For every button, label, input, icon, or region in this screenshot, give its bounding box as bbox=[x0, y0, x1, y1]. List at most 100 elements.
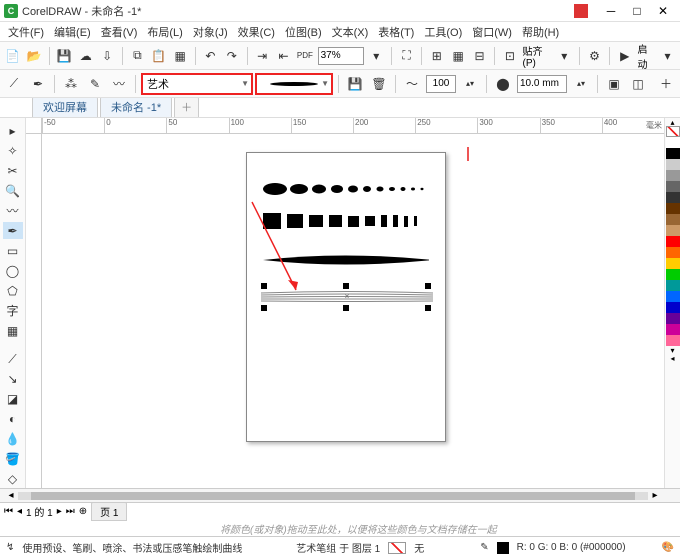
color-swatch[interactable] bbox=[666, 247, 680, 258]
paste-button[interactable]: 📋 bbox=[150, 46, 167, 66]
guides-button[interactable]: ⊟ bbox=[471, 46, 488, 66]
outline-icon[interactable]: ✎ bbox=[480, 542, 488, 553]
color-swatch[interactable] bbox=[666, 269, 680, 280]
brush-tool-icon[interactable]: ✒ bbox=[28, 74, 48, 94]
color-swatch[interactable] bbox=[666, 225, 680, 236]
cloud-up-icon[interactable]: ☁ bbox=[77, 46, 94, 66]
zoom-tool[interactable]: 🔍 bbox=[3, 182, 23, 199]
launch-dropdown-icon[interactable]: ▾ bbox=[659, 46, 676, 66]
color-swatch[interactable] bbox=[666, 236, 680, 247]
preset-tool-icon[interactable]: ⟋ bbox=[4, 74, 24, 94]
pressure-tool-icon[interactable]: 〰 bbox=[109, 74, 129, 94]
freehand-tool[interactable]: 〰 bbox=[3, 202, 23, 219]
minimize-button[interactable]: ─ bbox=[598, 1, 624, 21]
calligraphy-tool-icon[interactable]: ✎ bbox=[85, 74, 105, 94]
color-swatch[interactable] bbox=[666, 302, 680, 313]
copy-button[interactable]: ⧉ bbox=[129, 46, 146, 66]
preset-combo[interactable]: 艺术 ▼ bbox=[142, 74, 252, 94]
scale-button[interactable]: ◫ bbox=[628, 74, 648, 94]
transparency-tool[interactable]: ◐ bbox=[3, 411, 23, 428]
menu-edit[interactable]: 编辑(E) bbox=[50, 22, 95, 42]
color-swatch[interactable] bbox=[666, 148, 680, 159]
color-swatch[interactable] bbox=[666, 280, 680, 291]
cloud-down-icon[interactable]: ⇩ bbox=[98, 46, 115, 66]
sprayer-tool-icon[interactable]: ⁂ bbox=[61, 74, 81, 94]
menu-file[interactable]: 文件(F) bbox=[4, 22, 48, 42]
menu-help[interactable]: 帮助(H) bbox=[518, 22, 563, 42]
menu-window[interactable]: 窗口(W) bbox=[468, 22, 516, 42]
color-swatch[interactable] bbox=[666, 203, 680, 214]
menu-bitmap[interactable]: 位图(B) bbox=[281, 22, 326, 42]
status-palette-icon[interactable]: 🎨 bbox=[662, 542, 674, 553]
fill-tool[interactable]: 🪣 bbox=[3, 451, 23, 468]
stroke-preview-combo[interactable]: ▼ bbox=[256, 74, 332, 94]
menu-tools[interactable]: 工具(O) bbox=[420, 22, 466, 42]
open-button[interactable]: 📂 bbox=[25, 46, 42, 66]
color-swatch[interactable] bbox=[666, 324, 680, 335]
canvas[interactable]: -50050100150200250300350400 毫米 × bbox=[26, 118, 664, 488]
palette-expand-icon[interactable]: ◂ bbox=[665, 354, 680, 362]
stepper-icon[interactable]: ▴▾ bbox=[460, 74, 480, 94]
add-button[interactable]: ＋ bbox=[656, 74, 676, 94]
palette-down-icon[interactable]: ▾ bbox=[665, 346, 680, 354]
eyedropper-tool[interactable]: 💧 bbox=[3, 431, 23, 448]
page-first-icon[interactable]: ⏮ bbox=[4, 506, 13, 517]
outline-swatch[interactable] bbox=[497, 542, 509, 554]
crop-tool[interactable]: ✂ bbox=[3, 162, 23, 179]
snap-icon[interactable]: ⊡ bbox=[501, 46, 518, 66]
page-add-icon[interactable]: ⊕ bbox=[79, 506, 87, 517]
fullscreen-button[interactable]: ⛶ bbox=[398, 46, 415, 66]
bbox-button[interactable]: ▣ bbox=[604, 74, 624, 94]
color-swatch[interactable] bbox=[666, 313, 680, 324]
ellipse-tool[interactable]: ◯ bbox=[3, 262, 23, 279]
save-preset-button[interactable]: 💾 bbox=[345, 74, 365, 94]
ruler-origin[interactable] bbox=[26, 118, 42, 134]
color-swatch[interactable] bbox=[666, 170, 680, 181]
rectangle-tool[interactable]: ▭ bbox=[3, 242, 23, 259]
palette-up-icon[interactable]: ▴ bbox=[665, 118, 680, 126]
tab-add[interactable]: ＋ bbox=[174, 96, 199, 117]
import-button[interactable]: ⇥ bbox=[253, 46, 270, 66]
snap-label[interactable]: 贴齐(P) bbox=[523, 43, 552, 69]
menu-effect[interactable]: 效果(C) bbox=[234, 22, 279, 42]
swatch-none[interactable] bbox=[666, 126, 680, 137]
pdf-button[interactable]: PDF bbox=[296, 46, 313, 66]
scroll-right-icon[interactable]: ▸ bbox=[648, 490, 662, 501]
shape-tool[interactable]: ✧ bbox=[3, 142, 23, 159]
undo-button[interactable]: ↶ bbox=[202, 46, 219, 66]
tab-document[interactable]: 未命名 -1* bbox=[100, 96, 172, 117]
table-tool[interactable]: ▦ bbox=[3, 322, 23, 339]
color-swatch[interactable] bbox=[666, 258, 680, 269]
menu-object[interactable]: 对象(J) bbox=[189, 22, 232, 42]
page-last-icon[interactable]: ⏭ bbox=[66, 506, 75, 517]
color-swatch[interactable] bbox=[666, 214, 680, 225]
menu-view[interactable]: 查看(V) bbox=[97, 22, 142, 42]
page-tab[interactable]: 页 1 bbox=[91, 502, 127, 521]
stepper-icon[interactable]: ▴▾ bbox=[571, 74, 591, 94]
maximize-button[interactable]: □ bbox=[624, 1, 650, 21]
ruler-horizontal[interactable]: -50050100150200250300350400 bbox=[42, 118, 664, 134]
polygon-tool[interactable]: ⬠ bbox=[3, 282, 23, 299]
tab-welcome[interactable]: 欢迎屏幕 bbox=[32, 96, 98, 117]
color-swatch[interactable] bbox=[666, 291, 680, 302]
page-next-icon[interactable]: ▸ bbox=[57, 506, 62, 517]
text-tool[interactable]: 字 bbox=[3, 302, 23, 319]
alert-icon[interactable] bbox=[574, 4, 588, 18]
color-swatch[interactable] bbox=[666, 159, 680, 170]
export-button[interactable]: ⇤ bbox=[275, 46, 292, 66]
dropshadow-tool[interactable]: ◪ bbox=[3, 391, 23, 408]
dimension-tool[interactable]: ⟋ bbox=[3, 351, 23, 368]
scroll-left-icon[interactable]: ◂ bbox=[4, 490, 18, 501]
color-swatch[interactable] bbox=[666, 192, 680, 203]
fill-indicator-icon[interactable] bbox=[388, 542, 406, 554]
artistic-tool[interactable]: ✒ bbox=[3, 222, 23, 239]
pick-tool[interactable]: ▸ bbox=[3, 122, 23, 139]
menu-layout[interactable]: 布局(L) bbox=[143, 22, 186, 42]
launch-label[interactable]: 启动 bbox=[637, 41, 654, 71]
close-button[interactable]: ✕ bbox=[650, 1, 676, 21]
zoom-dropdown-icon[interactable]: ▾ bbox=[368, 46, 385, 66]
redo-button[interactable]: ↷ bbox=[223, 46, 240, 66]
color-swatch[interactable] bbox=[666, 335, 680, 346]
launch-icon[interactable]: ▶ bbox=[616, 46, 633, 66]
align-button[interactable]: ⊞ bbox=[428, 46, 445, 66]
